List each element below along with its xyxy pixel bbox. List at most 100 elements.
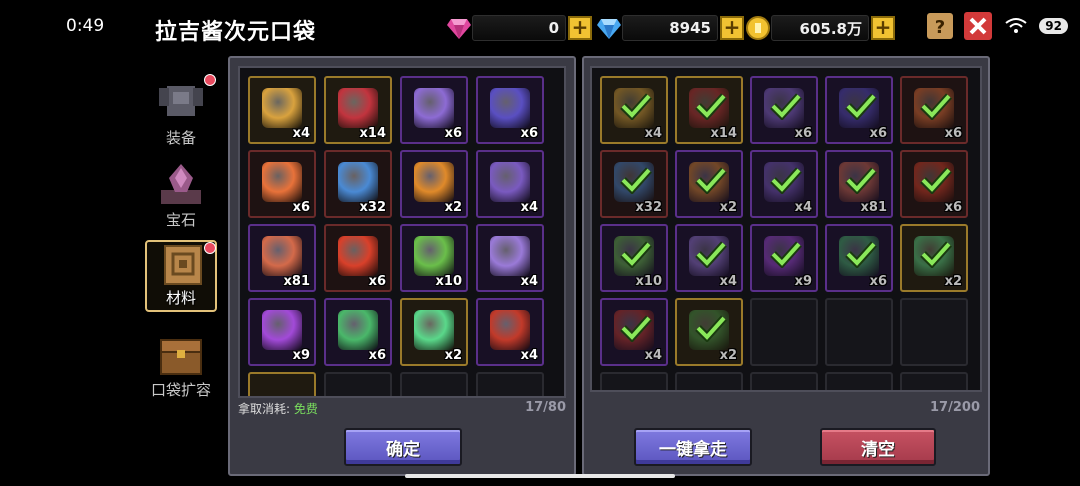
item-slot[interactable]: x32 bbox=[324, 150, 392, 218]
potion-icon bbox=[262, 310, 302, 350]
add-pink-gem-button[interactable]: + bbox=[568, 16, 592, 40]
item-slot[interactable]: x10 bbox=[400, 224, 468, 292]
take-cost: 拿取消耗: 免费 bbox=[238, 400, 318, 417]
currency-blue-diamond: 8945 + bbox=[596, 14, 744, 42]
pocket-capacity: 17/80 bbox=[525, 400, 566, 415]
add-gold-coin-button[interactable]: + bbox=[871, 16, 895, 40]
item-count: x2 bbox=[719, 348, 737, 363]
item-slot[interactable]: x6 bbox=[248, 150, 316, 218]
empty-slot[interactable] bbox=[400, 372, 468, 396]
tab-pocket-expand[interactable]: 口袋扩容 bbox=[145, 330, 217, 402]
item-slot[interactable]: x6 bbox=[825, 224, 893, 292]
cactus-icon bbox=[414, 236, 454, 276]
tab-gem[interactable]: 宝石 bbox=[145, 160, 217, 232]
item-count: x81 bbox=[860, 200, 887, 215]
item-count: x6 bbox=[869, 274, 887, 289]
item-count: x6 bbox=[944, 126, 962, 141]
item-slot[interactable]: x4 bbox=[476, 298, 544, 366]
empty-slot[interactable] bbox=[750, 298, 818, 366]
wifi-icon bbox=[1001, 11, 1031, 41]
empty-slot[interactable] bbox=[476, 372, 544, 396]
item-slot[interactable]: x2 bbox=[900, 224, 968, 292]
take-all-button[interactable]: 一键拿走 bbox=[634, 428, 752, 466]
close-icon[interactable] bbox=[963, 11, 993, 41]
item-slot[interactable]: x81 bbox=[825, 150, 893, 218]
item-count: x4 bbox=[719, 274, 737, 289]
empty-slot[interactable] bbox=[600, 372, 668, 390]
item-count: x32 bbox=[359, 200, 386, 215]
item-count: x4 bbox=[520, 200, 538, 215]
item-slot[interactable]: x10 bbox=[600, 224, 668, 292]
check-icon bbox=[770, 93, 802, 120]
empty-slot[interactable] bbox=[900, 298, 968, 366]
item-slot[interactable]: x4 bbox=[600, 298, 668, 366]
item-slot[interactable]: x4 bbox=[476, 224, 544, 292]
item-slot[interactable]: x4 bbox=[248, 76, 316, 144]
armor-icon bbox=[159, 86, 203, 116]
item-slot[interactable]: x81 bbox=[248, 224, 316, 292]
item-count: x10 bbox=[635, 274, 662, 289]
item-count: x4 bbox=[644, 126, 662, 141]
check-icon bbox=[695, 167, 727, 194]
item-slot[interactable]: x4 bbox=[476, 150, 544, 218]
system-tray: ? 92 bbox=[925, 11, 1068, 41]
empty-slot[interactable] bbox=[825, 298, 893, 366]
item-count: x4 bbox=[520, 274, 538, 289]
chip-icon bbox=[490, 162, 530, 202]
pink-gem-icon bbox=[446, 15, 472, 41]
item-count: x81 bbox=[283, 274, 310, 289]
item-slot[interactable]: x6 bbox=[324, 298, 392, 366]
item-slot[interactable]: x6 bbox=[476, 76, 544, 144]
item-slot[interactable]: x14 bbox=[675, 76, 743, 144]
selected-grid-area[interactable]: x4 x14 x6 x6 x6 x32 x2 x4 x81 x6 x10 x4 x9 x6 x2 x4 x2 bbox=[590, 66, 982, 392]
item-slot[interactable]: x6 bbox=[900, 76, 968, 144]
empty-slot[interactable] bbox=[324, 372, 392, 396]
red-crystal-icon bbox=[338, 88, 378, 128]
item-slot[interactable]: x2 bbox=[400, 298, 468, 366]
material-badge bbox=[204, 242, 216, 254]
currency-gold-coin: 605.8万 + bbox=[745, 14, 895, 42]
help-icon[interactable]: ? bbox=[925, 11, 955, 41]
item-slot[interactable]: x6 bbox=[825, 76, 893, 144]
empty-slot[interactable] bbox=[750, 372, 818, 390]
item-slot[interactable]: x14 bbox=[324, 76, 392, 144]
add-blue-diamond-button[interactable]: + bbox=[720, 16, 744, 40]
item-count: x2 bbox=[944, 274, 962, 289]
pocket-grid-area[interactable]: x4 x14 x6 x6 x6 x32 x2 x4 x81 x6 x10 x4 x9 x6 x2 x4 bbox=[238, 66, 566, 398]
item-slot[interactable]: x2 bbox=[400, 150, 468, 218]
check-icon bbox=[845, 167, 877, 194]
empty-slot[interactable] bbox=[900, 372, 968, 390]
item-slot[interactable]: x2 bbox=[675, 298, 743, 366]
item-slot[interactable]: x6 bbox=[400, 76, 468, 144]
item-slot[interactable]: x6 bbox=[750, 76, 818, 144]
item-count: x6 bbox=[368, 274, 386, 289]
item-slot[interactable]: x9 bbox=[750, 224, 818, 292]
item-slot[interactable]: x32 bbox=[600, 150, 668, 218]
item-count: x4 bbox=[644, 348, 662, 363]
check-icon bbox=[920, 167, 952, 194]
item-slot[interactable]: x4 bbox=[750, 150, 818, 218]
check-icon bbox=[920, 93, 952, 120]
selected-panel: x4 x14 x6 x6 x6 x32 x2 x4 x81 x6 x10 x4 x9 x6 x2 x4 x2 1… bbox=[582, 56, 990, 476]
pocket-item-grid: x4 x14 x6 x6 x6 x32 x2 x4 x81 x6 x10 x4 x9 x6 x2 x4 bbox=[248, 76, 544, 396]
check-icon bbox=[620, 93, 652, 120]
empty-slot[interactable] bbox=[825, 372, 893, 390]
empty-slot[interactable] bbox=[675, 372, 743, 390]
confirm-button[interactable]: 确定 bbox=[344, 428, 462, 466]
check-icon bbox=[620, 167, 652, 194]
home-indicator[interactable] bbox=[405, 474, 675, 478]
check-icon bbox=[920, 241, 952, 268]
item-count: x14 bbox=[710, 126, 737, 141]
check-icon bbox=[845, 241, 877, 268]
item-slot[interactable]: x4 bbox=[675, 224, 743, 292]
item-count: x14 bbox=[359, 126, 386, 141]
item-slot[interactable]: x9 bbox=[248, 298, 316, 366]
item-slot[interactable]: x4 bbox=[600, 76, 668, 144]
item-slot[interactable]: x6 bbox=[900, 150, 968, 218]
clear-button[interactable]: 清空 bbox=[820, 428, 936, 466]
tab-equipment[interactable]: 装备 bbox=[145, 78, 217, 150]
item-slot[interactable] bbox=[248, 372, 316, 396]
bell-icon bbox=[414, 88, 454, 128]
item-slot[interactable]: x2 bbox=[675, 150, 743, 218]
item-slot[interactable]: x6 bbox=[324, 224, 392, 292]
